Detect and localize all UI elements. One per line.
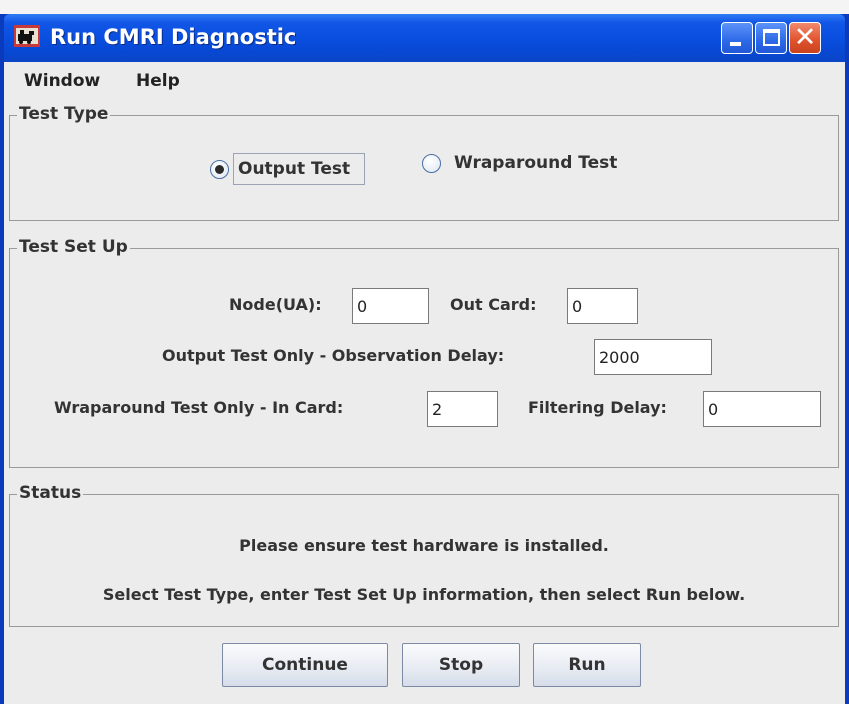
output-test-label: Output Test — [238, 159, 351, 179]
client-area: Window Help Test Type Output Test Wrapar… — [4, 62, 845, 704]
maximize-button[interactable] — [755, 22, 787, 54]
close-button[interactable]: ✕ — [789, 22, 821, 54]
filtering-delay-input[interactable] — [703, 391, 821, 427]
status-group: Status Please ensure test hardware is in… — [9, 483, 839, 627]
minimize-button[interactable] — [721, 22, 753, 54]
in-card-label: Wraparound Test Only - In Card: — [54, 398, 344, 417]
app-window: Run CMRI Diagnostic ✕ Window Help Test T… — [0, 14, 849, 704]
test-type-title: Test Type — [17, 104, 111, 124]
node-input[interactable] — [352, 288, 429, 324]
maximize-icon — [763, 29, 780, 46]
out-card-label: Out Card: — [450, 295, 537, 314]
app-icon — [14, 25, 40, 47]
radio-wraparound-test[interactable]: Wraparound Test — [422, 153, 617, 173]
status-message-2: Select Test Type, enter Test Set Up info… — [102, 585, 746, 604]
menu-window[interactable]: Window — [24, 71, 100, 91]
filtering-delay-label: Filtering Delay: — [528, 398, 667, 417]
focus-indicator: Output Test — [233, 153, 366, 185]
status-message-1: Please ensure test hardware is installed… — [239, 536, 609, 555]
node-label: Node(UA): — [229, 295, 322, 314]
wraparound-test-label: Wraparound Test — [454, 153, 618, 173]
menu-help[interactable]: Help — [136, 71, 180, 91]
out-card-input[interactable] — [567, 288, 638, 324]
title-bar[interactable]: Run CMRI Diagnostic ✕ — [4, 14, 845, 62]
menu-bar: Window Help — [4, 62, 845, 102]
radio-checked-icon[interactable] — [210, 159, 229, 179]
run-button[interactable]: Run — [533, 643, 641, 687]
radio-output-test[interactable]: Output Test — [210, 153, 366, 185]
observation-delay-input[interactable] — [594, 339, 712, 375]
test-setup-title: Test Set Up — [17, 237, 130, 257]
background-window — [0, 0, 849, 14]
status-title: Status — [17, 483, 84, 503]
window-title: Run CMRI Diagnostic — [50, 25, 297, 49]
in-card-input[interactable] — [427, 391, 498, 427]
radio-unchecked-icon[interactable] — [422, 153, 441, 173]
continue-button[interactable]: Continue — [222, 643, 388, 687]
test-type-group: Test Type Output Test Wraparound Test — [9, 104, 839, 221]
minimize-icon — [730, 42, 741, 46]
observation-delay-label: Output Test Only - Observation Delay: — [162, 346, 505, 365]
stop-button[interactable]: Stop — [402, 643, 520, 687]
test-setup-group: Test Set Up Node(UA): Out Card: Output T… — [9, 237, 839, 468]
close-icon: ✕ — [793, 22, 817, 53]
